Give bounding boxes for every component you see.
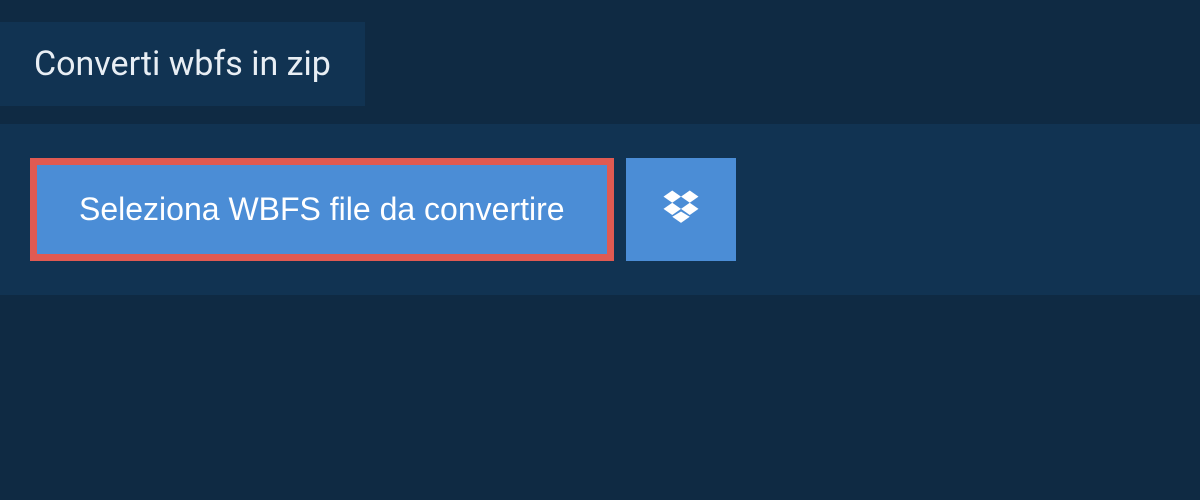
- select-file-highlight: Seleziona WBFS file da convertire: [30, 158, 614, 261]
- upload-panel: Seleziona WBFS file da convertire: [0, 124, 1200, 295]
- select-file-button[interactable]: Seleziona WBFS file da convertire: [37, 165, 607, 254]
- page-title: Converti wbfs in zip: [34, 44, 331, 84]
- page-title-tab: Converti wbfs in zip: [0, 22, 365, 106]
- dropbox-button[interactable]: [626, 158, 736, 261]
- button-row: Seleziona WBFS file da convertire: [30, 158, 1170, 261]
- select-file-label: Seleziona WBFS file da convertire: [79, 191, 565, 227]
- dropbox-icon: [660, 187, 702, 232]
